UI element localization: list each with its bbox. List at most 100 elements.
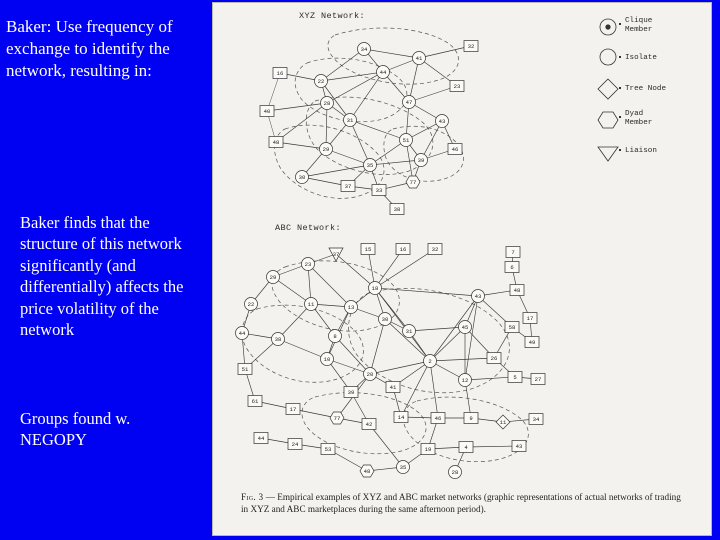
network-node-label: 5	[513, 374, 516, 381]
legend-label-clique-member: Clique Member	[625, 17, 653, 34]
network-node-label: 48	[364, 468, 371, 475]
network-node: 31	[343, 113, 357, 127]
network-node: 35	[363, 158, 377, 172]
network-node: 17	[522, 312, 538, 324]
network-node-label: 58	[509, 324, 516, 331]
network-node: 8	[328, 329, 342, 343]
network-node-label: 10	[324, 356, 331, 363]
network-node: 53	[320, 443, 336, 455]
network-node: 34	[528, 413, 544, 425]
network-node-label: 31	[406, 328, 413, 335]
network-node: 24	[287, 438, 303, 450]
network-node-label: 43	[439, 118, 446, 125]
abc-node-group: 3715 16 32 723 62918434822 11 1330 174438 83145 5…	[235, 243, 546, 479]
network-node: 33	[371, 184, 387, 196]
network-node: 58	[504, 321, 520, 333]
network-node: 77	[405, 175, 421, 189]
network-node: 29	[319, 142, 333, 156]
network-node-label: 61	[252, 398, 259, 405]
legend-shapes	[597, 18, 619, 162]
network-node-label: 6	[510, 264, 513, 271]
network-node-label: 11	[308, 301, 315, 308]
network-node-label: 43	[516, 443, 523, 450]
network-node-label: 47	[406, 99, 413, 106]
network-node-label: 44	[258, 435, 265, 442]
network-node: 43	[511, 440, 527, 452]
network-node-label: 11	[500, 419, 507, 426]
network-node: 44	[253, 432, 269, 444]
figure-caption-head: Fig. 3	[241, 492, 264, 502]
network-node: 44	[376, 65, 390, 79]
network-node: 6	[504, 261, 520, 273]
network-node-label: 16	[400, 246, 407, 253]
network-node-label: 30	[382, 316, 389, 323]
network-node: 37	[328, 247, 344, 262]
network-node-label: 17	[527, 315, 534, 322]
network-node: 46	[447, 143, 463, 155]
legend-bullet-4	[619, 116, 621, 118]
network-node-label: 26	[491, 355, 498, 362]
network-node-label: 14	[398, 414, 405, 421]
legend-bullet-2	[619, 56, 621, 58]
network-node: 35	[396, 460, 410, 474]
network-node-label: 32	[432, 246, 439, 253]
network-node-label: 32	[468, 43, 475, 50]
network-node: 22	[244, 297, 258, 311]
network-node: 11	[304, 297, 318, 311]
network-node-label: 44	[380, 69, 387, 76]
network-node: 30	[378, 312, 392, 326]
network-node-label: 9	[469, 415, 472, 422]
network-node: 23	[301, 257, 315, 271]
network-node: 41	[412, 51, 426, 65]
network-node: 38	[389, 203, 405, 215]
figure-inner: XYZ Network: ABC Network: .edge { stroke…	[223, 9, 701, 529]
network-node-label: 40	[264, 108, 271, 115]
network-node: 39	[343, 386, 359, 398]
network-node-label: 22	[248, 301, 255, 308]
network-node: 51	[237, 363, 253, 375]
network-node-label: 24	[292, 441, 299, 448]
abc-group-outlines	[241, 260, 529, 463]
network-node: 28	[448, 465, 462, 479]
network-node-label: 51	[403, 137, 410, 144]
legend-label-liaison: Liaison	[625, 147, 657, 155]
network-node: 43	[471, 289, 485, 303]
network-node-label: 13	[348, 304, 355, 311]
network-node-label: 19	[425, 446, 432, 453]
network-node: 61	[247, 395, 263, 407]
network-node-label: 18	[372, 285, 379, 292]
network-node: 43	[435, 114, 449, 128]
legend-label-isolate: Isolate	[625, 54, 657, 62]
network-node: 42	[361, 418, 377, 430]
legend-label-tree-node: Tree Node	[625, 85, 667, 93]
network-node-label: 39	[418, 157, 425, 164]
network-node: 48	[268, 136, 284, 148]
network-node: 11	[495, 414, 511, 430]
network-node: 32	[463, 40, 479, 52]
network-node-label: 29	[270, 274, 277, 281]
network-node-label: 41	[390, 384, 397, 391]
network-node-label: 2	[428, 358, 431, 365]
network-node-label: 49	[529, 339, 536, 346]
network-node-label: 8	[333, 333, 336, 340]
network-node: 10	[320, 352, 334, 366]
groups-text: Groups found w. NEGOPY	[20, 409, 131, 450]
network-node-label: 38	[394, 206, 401, 213]
network-node-label: 34	[533, 416, 540, 423]
network-node: 51	[399, 133, 413, 147]
network-node: 5	[507, 371, 523, 383]
network-node-label: 51	[242, 366, 249, 373]
network-node: 2	[423, 354, 437, 368]
network-node-label: 33	[376, 187, 383, 194]
network-node-label: 20	[367, 371, 374, 378]
network-node-label: 39	[348, 389, 355, 396]
network-node: 18	[368, 281, 382, 295]
network-node: 16	[395, 243, 411, 255]
network-node: 49	[524, 336, 540, 348]
figure-caption: Fig. 3 — Empirical examples of XYZ and A…	[241, 491, 681, 516]
network-node: 48	[359, 464, 375, 478]
network-node-label: 12	[462, 377, 469, 384]
figure-panel: XYZ Network: ABC Network: .edge { stroke…	[212, 2, 712, 536]
network-node-label: 48	[273, 139, 280, 146]
network-node: 16	[272, 67, 288, 79]
